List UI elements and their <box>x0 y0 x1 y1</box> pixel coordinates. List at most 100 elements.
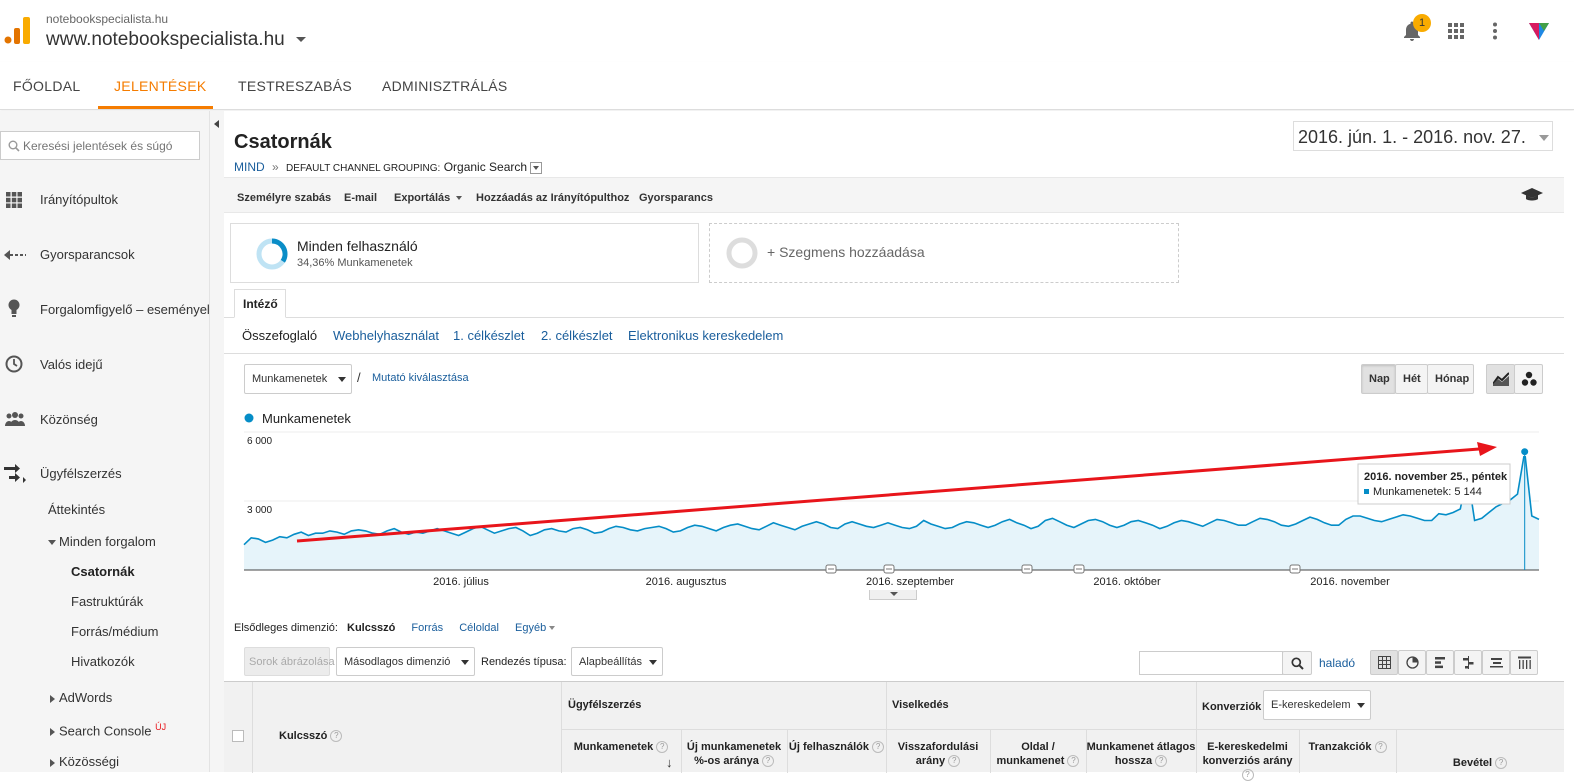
sidebar-item-acquisition[interactable]: Ügyfélszerzés <box>0 461 209 485</box>
shortcut-button[interactable]: Gyorsparancs <box>639 192 713 204</box>
select-all-checkbox[interactable] <box>232 730 244 742</box>
account-avatar-icon[interactable] <box>1527 20 1551 42</box>
property-selector[interactable]: www.notebookspecialista.hu <box>46 29 306 51</box>
dimension-other[interactable]: Egyéb <box>515 622 546 634</box>
comparison-icon <box>1462 656 1475 669</box>
segment-card-all-users[interactable]: Minden felhasználó 34,36% Munkamenetek <box>230 223 699 283</box>
performance-bars-view-button[interactable] <box>1426 650 1454 675</box>
tab-admin[interactable]: ADMINISZTRÁLÁS <box>382 78 508 94</box>
plot-rows-button[interactable]: Sorok ábrázolása <box>244 647 335 676</box>
sidebar-item-social[interactable]: Közösségi <box>50 754 119 769</box>
dimension-landing-page[interactable]: Céloldal <box>459 622 499 634</box>
subtab-goal-set-2[interactable]: 2. célkészlet <box>541 328 613 343</box>
sidebar-item-referrals[interactable]: Hivatkozók <box>71 654 135 669</box>
breadcrumb-dropdown-button[interactable] <box>530 161 543 174</box>
subtab-goal-set-1[interactable]: 1. célkészlet <box>453 328 525 343</box>
more-vert-icon[interactable] <box>1492 22 1498 40</box>
choose-metric-link[interactable]: Mutató kiválasztása <box>372 372 469 384</box>
column-header[interactable]: Új munkamenetek %-os aránya ? <box>681 740 787 768</box>
annotation-marker-icon[interactable] <box>883 564 895 574</box>
subtab-summary[interactable]: Összefoglaló <box>242 328 317 343</box>
add-to-dashboard-button[interactable]: Hozzáadás az Irányítópulthoz <box>476 192 629 204</box>
tab-explorer[interactable]: Intéző <box>234 289 286 318</box>
metric-select[interactable]: Munkamenetek <box>244 364 352 394</box>
help-icon[interactable]: ? <box>872 741 885 754</box>
sidebar-item-channels[interactable]: Csatornák <box>71 564 135 579</box>
sidebar-item-acquisition-overview[interactable]: Áttekintés <box>48 502 105 517</box>
tab-customization[interactable]: TESTRESZABÁS <box>238 78 352 94</box>
annotation-marker-icon[interactable] <box>825 564 837 574</box>
new-badge: ÚJ <box>155 722 167 732</box>
annotation-marker-icon[interactable] <box>1073 564 1085 574</box>
pie-chart-view-button[interactable] <box>1398 650 1426 675</box>
breadcrumb-root-link[interactable]: MIND <box>234 160 265 174</box>
help-icon[interactable]: ? <box>1495 757 1508 770</box>
sidebar-item-search-console[interactable]: Search Console ÚJ <box>50 722 166 738</box>
sidebar-item-adwords[interactable]: AdWords <box>50 690 112 705</box>
motion-chart-button[interactable] <box>1514 364 1543 394</box>
help-icon[interactable]: ? <box>330 730 343 743</box>
sidebar-item-treemaps[interactable]: Fastruktúrák <box>71 594 143 609</box>
tab-reports[interactable]: JELENTÉSEK <box>114 78 206 94</box>
help-icon[interactable]: ? <box>1374 741 1387 754</box>
key-column-header[interactable]: Kulcsszó ? <box>279 730 343 743</box>
sidebar-search[interactable] <box>0 131 200 160</box>
pivot-view-button[interactable] <box>1510 650 1538 675</box>
date-range-picker[interactable]: 2016. jún. 1. - 2016. nov. 27. <box>1293 121 1553 151</box>
table-search-input[interactable] <box>1139 651 1283 675</box>
granularity-month-button[interactable]: Hónap <box>1427 364 1474 394</box>
conversion-type-select[interactable]: E-kereskedelem <box>1263 690 1371 720</box>
sidebar-collapse-handle[interactable] <box>209 111 224 772</box>
annotation-toggle[interactable] <box>869 590 917 600</box>
help-icon[interactable]: ? <box>1155 755 1168 768</box>
caret-down-icon <box>1539 135 1549 141</box>
subtab-site-usage[interactable]: Webhelyhasználat <box>333 328 439 343</box>
customize-button[interactable]: Személyre szabás <box>237 192 331 204</box>
annotation-marker-icon[interactable] <box>1289 564 1301 574</box>
table-search-button[interactable] <box>1282 651 1312 675</box>
annotation-marker-icon[interactable] <box>1021 564 1033 574</box>
sidebar-item-dashboards[interactable]: Irányítópultok <box>0 187 209 211</box>
help-icon[interactable]: ? <box>656 741 669 754</box>
sidebar-item-all-traffic[interactable]: Minden forgalom <box>48 534 156 549</box>
column-header[interactable]: Tranzakciók ? <box>1299 740 1396 754</box>
analytics-logo-icon[interactable] <box>4 14 30 44</box>
help-icon[interactable]: ? <box>1067 755 1080 768</box>
sidebar-item-realtime[interactable]: Valós idejű <box>0 352 209 376</box>
term-cloud-view-button[interactable] <box>1482 650 1510 675</box>
column-header[interactable]: Munkamenet átlagos hossza ? <box>1086 740 1196 768</box>
email-button[interactable]: E-mail <box>344 192 377 204</box>
sort-type-select[interactable]: Alapbeállítás <box>571 647 663 676</box>
dimension-source[interactable]: Forrás <box>411 622 443 634</box>
granularity-week-button[interactable]: Hét <box>1395 364 1428 394</box>
line-chart-button[interactable] <box>1486 364 1515 394</box>
column-header[interactable]: E-kereskedelmi konverziós arány ? <box>1196 740 1299 782</box>
column-header[interactable]: Visszafordulási arány ? <box>886 740 990 768</box>
subtab-ecommerce[interactable]: Elektronikus kereskedelem <box>628 328 783 343</box>
column-header[interactable]: Oldal / munkamenet ? <box>990 740 1086 768</box>
help-icon[interactable]: ? <box>761 755 774 768</box>
comparison-view-button[interactable] <box>1454 650 1482 675</box>
add-segment-card[interactable]: + Szegmens hozzáadása <box>709 223 1179 283</box>
help-icon[interactable]: ? <box>1241 769 1254 782</box>
advanced-filter-link[interactable]: haladó <box>1319 656 1355 670</box>
column-header[interactable]: Munkamenetek ? <box>561 740 681 754</box>
granularity-day-button[interactable]: Nap <box>1361 364 1396 394</box>
sidebar-item-intelligence-events[interactable]: Forgalomfigyelő – eseményel <box>0 297 210 321</box>
dimension-keyword[interactable]: Kulcsszó <box>347 622 395 634</box>
column-header[interactable]: Bevétel ? <box>1396 756 1564 770</box>
secondary-dimension-select[interactable]: Másodlagos dimenzió <box>336 647 475 676</box>
notifications-button[interactable]: 1 <box>1402 14 1431 44</box>
sort-descending-icon[interactable]: ↓ <box>666 755 673 770</box>
column-header[interactable]: Új felhasználók ? <box>787 740 886 754</box>
tab-home[interactable]: FŐOLDAL <box>13 78 80 94</box>
export-button[interactable]: Exportálás <box>394 192 463 204</box>
data-table-view-button[interactable] <box>1370 650 1398 675</box>
sidebar-search-input[interactable] <box>23 137 195 154</box>
help-icon[interactable]: ? <box>948 755 961 768</box>
apps-grid-icon[interactable] <box>1448 23 1464 39</box>
sidebar-item-source-medium[interactable]: Forrás/médium <box>71 624 158 639</box>
sidebar-item-shortcuts[interactable]: Gyorsparancsok <box>0 242 209 266</box>
graduation-cap-icon[interactable] <box>1521 188 1543 202</box>
sidebar-item-audience[interactable]: Közönség <box>0 407 209 431</box>
